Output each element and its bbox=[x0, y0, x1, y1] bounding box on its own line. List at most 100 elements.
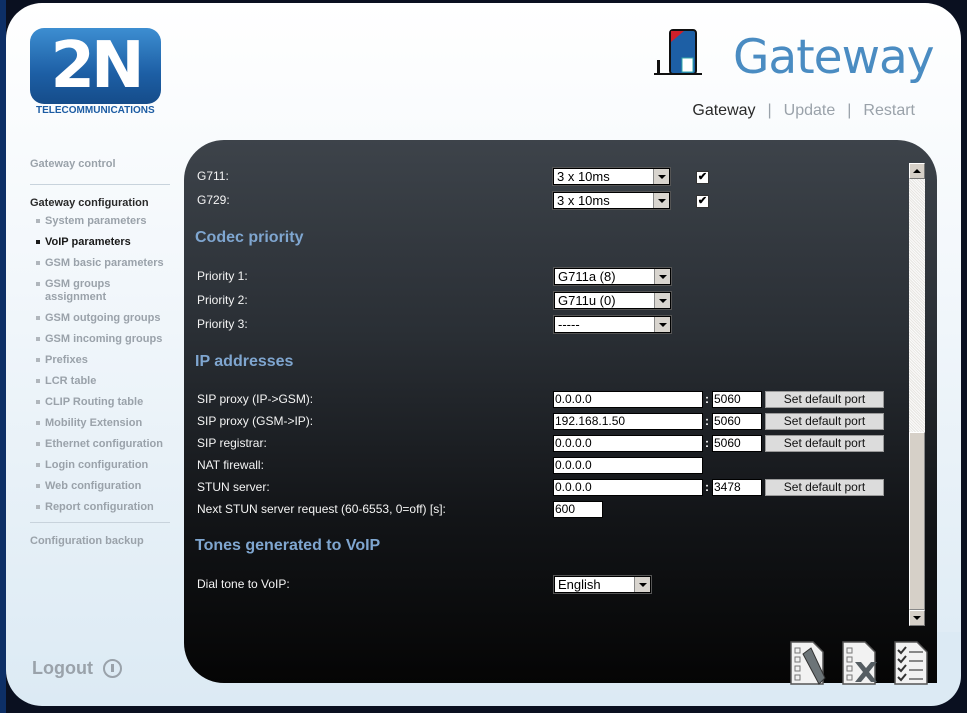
edit-form-icon[interactable] bbox=[789, 640, 827, 686]
priority-label: Priority 3: bbox=[197, 317, 248, 331]
delete-form-icon[interactable] bbox=[841, 640, 879, 686]
codec-row-g711: G711: bbox=[197, 166, 229, 186]
nav-update[interactable]: Update bbox=[784, 102, 836, 119]
sidebar: Gateway control Gateway configuration Sy… bbox=[30, 156, 170, 549]
port-colon: : bbox=[705, 480, 709, 494]
chevron-down-icon bbox=[654, 269, 670, 284]
set-default-port-button[interactable]: Set default port bbox=[765, 413, 884, 430]
stun-server-port-input[interactable]: 3478 bbox=[712, 479, 762, 496]
field-label: SIP registrar: bbox=[197, 436, 267, 450]
sidebar-item-prefixes[interactable]: Prefixes bbox=[30, 354, 170, 367]
brand-logo[interactable]: 2N bbox=[30, 28, 161, 104]
nav-separator: | bbox=[847, 102, 852, 119]
sidebar-item-clip-routing-table[interactable]: CLIP Routing table bbox=[30, 396, 170, 409]
form-content: G711: 3 x 10ms ✔ G729: 3 x 10ms ✔ Codec … bbox=[184, 140, 904, 630]
logout-button[interactable]: Logout bbox=[32, 658, 122, 679]
set-default-port-button[interactable]: Set default port bbox=[765, 479, 884, 496]
priority-2-select[interactable]: G711u (0) bbox=[554, 292, 671, 309]
sidebar-config-list: System parameters VoIP parameters GSM ba… bbox=[30, 215, 170, 514]
sip-proxy-ip-gsm-address-input[interactable]: 0.0.0.0 bbox=[553, 391, 703, 408]
priority-label: Priority 2: bbox=[197, 293, 248, 307]
field-label: Dial tone to VoIP: bbox=[197, 577, 290, 591]
priority-row: Priority 2: bbox=[197, 290, 248, 310]
sip-registrar-address-input[interactable]: 0.0.0.0 bbox=[553, 435, 703, 452]
priority-row: Priority 3: bbox=[197, 314, 248, 334]
stun-server-row: STUN server: bbox=[197, 477, 270, 497]
scroll-thumb[interactable] bbox=[909, 432, 925, 610]
priority-1-select[interactable]: G711a (8) bbox=[554, 268, 671, 285]
chevron-down-icon bbox=[634, 577, 650, 592]
sidebar-item-gsm-basic-parameters[interactable]: GSM basic parameters bbox=[30, 257, 170, 270]
divider bbox=[30, 184, 170, 185]
stun-server-address-input[interactable]: 0.0.0.0 bbox=[553, 479, 703, 496]
field-label: Next STUN server request (60-6553, 0=off… bbox=[197, 502, 446, 516]
logo-text: 2N bbox=[50, 29, 144, 103]
voip-parameters-panel: G711: 3 x 10ms ✔ G729: 3 x 10ms ✔ Codec … bbox=[184, 140, 937, 683]
select-value: G711u (0) bbox=[558, 293, 616, 308]
field-label: NAT firewall: bbox=[197, 458, 264, 472]
sidebar-item-system-parameters[interactable]: System parameters bbox=[30, 215, 170, 228]
page-title: Gateway bbox=[733, 30, 935, 85]
field-label: STUN server: bbox=[197, 480, 270, 494]
g729-frame-select[interactable]: 3 x 10ms bbox=[553, 192, 670, 209]
section-title-ip-addresses: IP addresses bbox=[195, 353, 294, 370]
sip-proxy-ip-gsm-port-input[interactable]: 5060 bbox=[712, 391, 762, 408]
set-default-port-button[interactable]: Set default port bbox=[765, 391, 884, 408]
dial-tone-row: Dial tone to VoIP: bbox=[197, 574, 290, 594]
sip-registrar-port-input[interactable]: 5060 bbox=[712, 435, 762, 452]
sidebar-item-web-configuration[interactable]: Web configuration bbox=[30, 480, 170, 493]
nat-firewall-row: NAT firewall: bbox=[197, 455, 264, 475]
content-scrollbar[interactable] bbox=[909, 163, 925, 626]
sip-registrar-row: SIP registrar: bbox=[197, 433, 267, 453]
sidebar-item-gsm-outgoing-groups[interactable]: GSM outgoing groups bbox=[30, 312, 170, 325]
sidebar-gateway-control[interactable]: Gateway control bbox=[30, 156, 170, 172]
sidebar-item-lcr-table[interactable]: LCR table bbox=[30, 375, 170, 388]
sidebar-gateway-configuration[interactable]: Gateway configuration bbox=[30, 195, 170, 211]
chevron-down-icon bbox=[653, 169, 669, 184]
port-colon: : bbox=[705, 392, 709, 406]
sidebar-item-gsm-incoming-groups[interactable]: GSM incoming groups bbox=[30, 333, 170, 346]
select-value: 3 x 10ms bbox=[557, 169, 610, 184]
gateway-device-icon bbox=[654, 29, 702, 75]
chevron-down-icon bbox=[653, 193, 669, 208]
select-value: English bbox=[558, 577, 601, 592]
sip-proxy-gsm-ip-port-input[interactable]: 5060 bbox=[712, 413, 762, 430]
port-colon: : bbox=[705, 414, 709, 428]
priority-label: Priority 1: bbox=[197, 269, 248, 283]
sidebar-item-report-configuration[interactable]: Report configuration bbox=[30, 501, 170, 514]
top-nav: Gateway | Update | Restart bbox=[692, 102, 915, 120]
g711-frame-select[interactable]: 3 x 10ms bbox=[553, 168, 670, 185]
scroll-up-button[interactable] bbox=[909, 163, 925, 179]
set-default-port-button[interactable]: Set default port bbox=[765, 435, 884, 452]
next-stun-request-input[interactable]: 600 bbox=[553, 501, 603, 518]
priority-3-select[interactable]: ----- bbox=[554, 316, 671, 333]
g711-enable-checkbox[interactable]: ✔ bbox=[696, 171, 709, 184]
nat-firewall-address-input[interactable]: 0.0.0.0 bbox=[553, 457, 703, 474]
sidebar-item-login-configuration[interactable]: Login configuration bbox=[30, 459, 170, 472]
sidebar-item-ethernet-configuration[interactable]: Ethernet configuration bbox=[30, 438, 170, 451]
sidebar-item-voip-parameters[interactable]: VoIP parameters bbox=[30, 236, 170, 249]
sidebar-configuration-backup[interactable]: Configuration backup bbox=[30, 533, 170, 549]
port-colon: : bbox=[705, 436, 709, 450]
next-stun-request-row: Next STUN server request (60-6553, 0=off… bbox=[197, 499, 446, 519]
nav-restart[interactable]: Restart bbox=[863, 102, 915, 119]
sidebar-item-mobility-extension[interactable]: Mobility Extension bbox=[30, 417, 170, 430]
nav-gateway[interactable]: Gateway bbox=[692, 102, 755, 119]
scroll-down-button[interactable] bbox=[909, 610, 925, 626]
section-title-tones: Tones generated to VoIP bbox=[195, 537, 381, 554]
dial-tone-select[interactable]: English bbox=[554, 576, 651, 593]
select-value: ----- bbox=[558, 317, 580, 332]
sidebar-item-gsm-groups-assignment[interactable]: GSM groups assignment bbox=[30, 278, 170, 304]
divider bbox=[30, 522, 170, 523]
g729-enable-checkbox[interactable]: ✔ bbox=[696, 195, 709, 208]
sip-proxy-ip-gsm-row: SIP proxy (IP->GSM): bbox=[197, 389, 313, 409]
select-value: 3 x 10ms bbox=[557, 193, 610, 208]
priority-row: Priority 1: bbox=[197, 266, 248, 286]
sip-proxy-gsm-ip-address-input[interactable]: 192.168.1.50 bbox=[553, 413, 703, 430]
field-label: SIP proxy (IP->GSM): bbox=[197, 392, 314, 406]
select-value: G711a (8) bbox=[558, 269, 616, 284]
codec-label: G711: bbox=[197, 169, 229, 183]
field-label: SIP proxy (GSM->IP): bbox=[197, 414, 314, 428]
checklist-save-icon[interactable] bbox=[893, 640, 931, 686]
logo-subtitle: TELECOMMUNICATIONS bbox=[36, 105, 155, 116]
